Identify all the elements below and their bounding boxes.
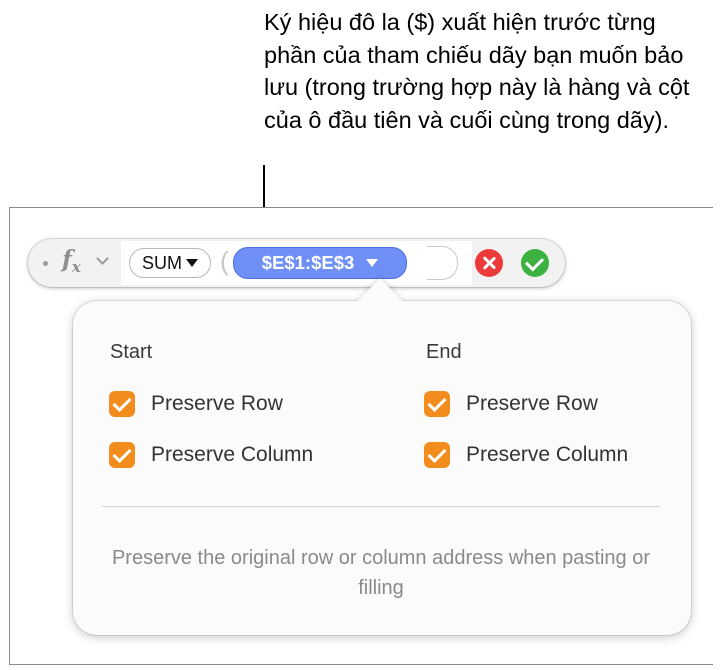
start-preserve-row-option[interactable]: Preserve Row [109,391,283,417]
open-paren-glyph: ( [220,246,229,276]
fx-subscript: x [71,258,81,276]
reference-token-label: $E$1:$E$3 [261,252,355,273]
end-preserve-column-option[interactable]: Preserve Column [424,442,628,468]
start-preserve-column-label: Preserve Column [151,443,314,466]
end-preserve-row-checkbox[interactable] [424,391,450,417]
function-token-label: SUM [142,252,182,273]
popover-divider [102,506,660,507]
end-preserve-column-checkbox[interactable] [424,442,450,468]
popover-hint-text: Preserve the original row or column addr… [111,547,651,599]
function-token[interactable]: SUM [129,248,211,278]
end-heading: End [426,341,462,363]
end-preserve-row-label: Preserve Row [466,392,598,415]
close-paren-glyph [427,246,458,280]
callout-text: Ký hiệu đô la ($) xuất hiện trước từng p… [264,9,690,133]
chevron-down-icon[interactable] [96,252,109,265]
drag-handle-dot-icon[interactable] [43,261,48,266]
formula-editor-bar: fx SUM ( $E$1:$E$3 [28,239,565,287]
start-preserve-column-option[interactable]: Preserve Column [109,442,313,468]
reference-token[interactable]: $E$1:$E$3 [233,247,407,279]
end-preserve-column-label: Preserve Column [466,443,629,466]
dropdown-triangle-icon [186,259,198,267]
reference-dropdown-triangle-icon [366,259,379,267]
start-preserve-row-checkbox[interactable] [109,391,135,417]
start-preserve-column-checkbox[interactable] [109,442,135,468]
cancel-button[interactable] [475,249,503,277]
fx-label: f [62,246,72,273]
end-preserve-row-option[interactable]: Preserve Row [424,391,598,417]
formula-field[interactable]: SUM ( $E$1:$E$3 [121,241,472,285]
start-heading: Start [110,341,153,363]
accept-button[interactable] [521,249,549,277]
fx-icon: fx [62,246,81,276]
start-preserve-row-label: Preserve Row [151,392,283,415]
